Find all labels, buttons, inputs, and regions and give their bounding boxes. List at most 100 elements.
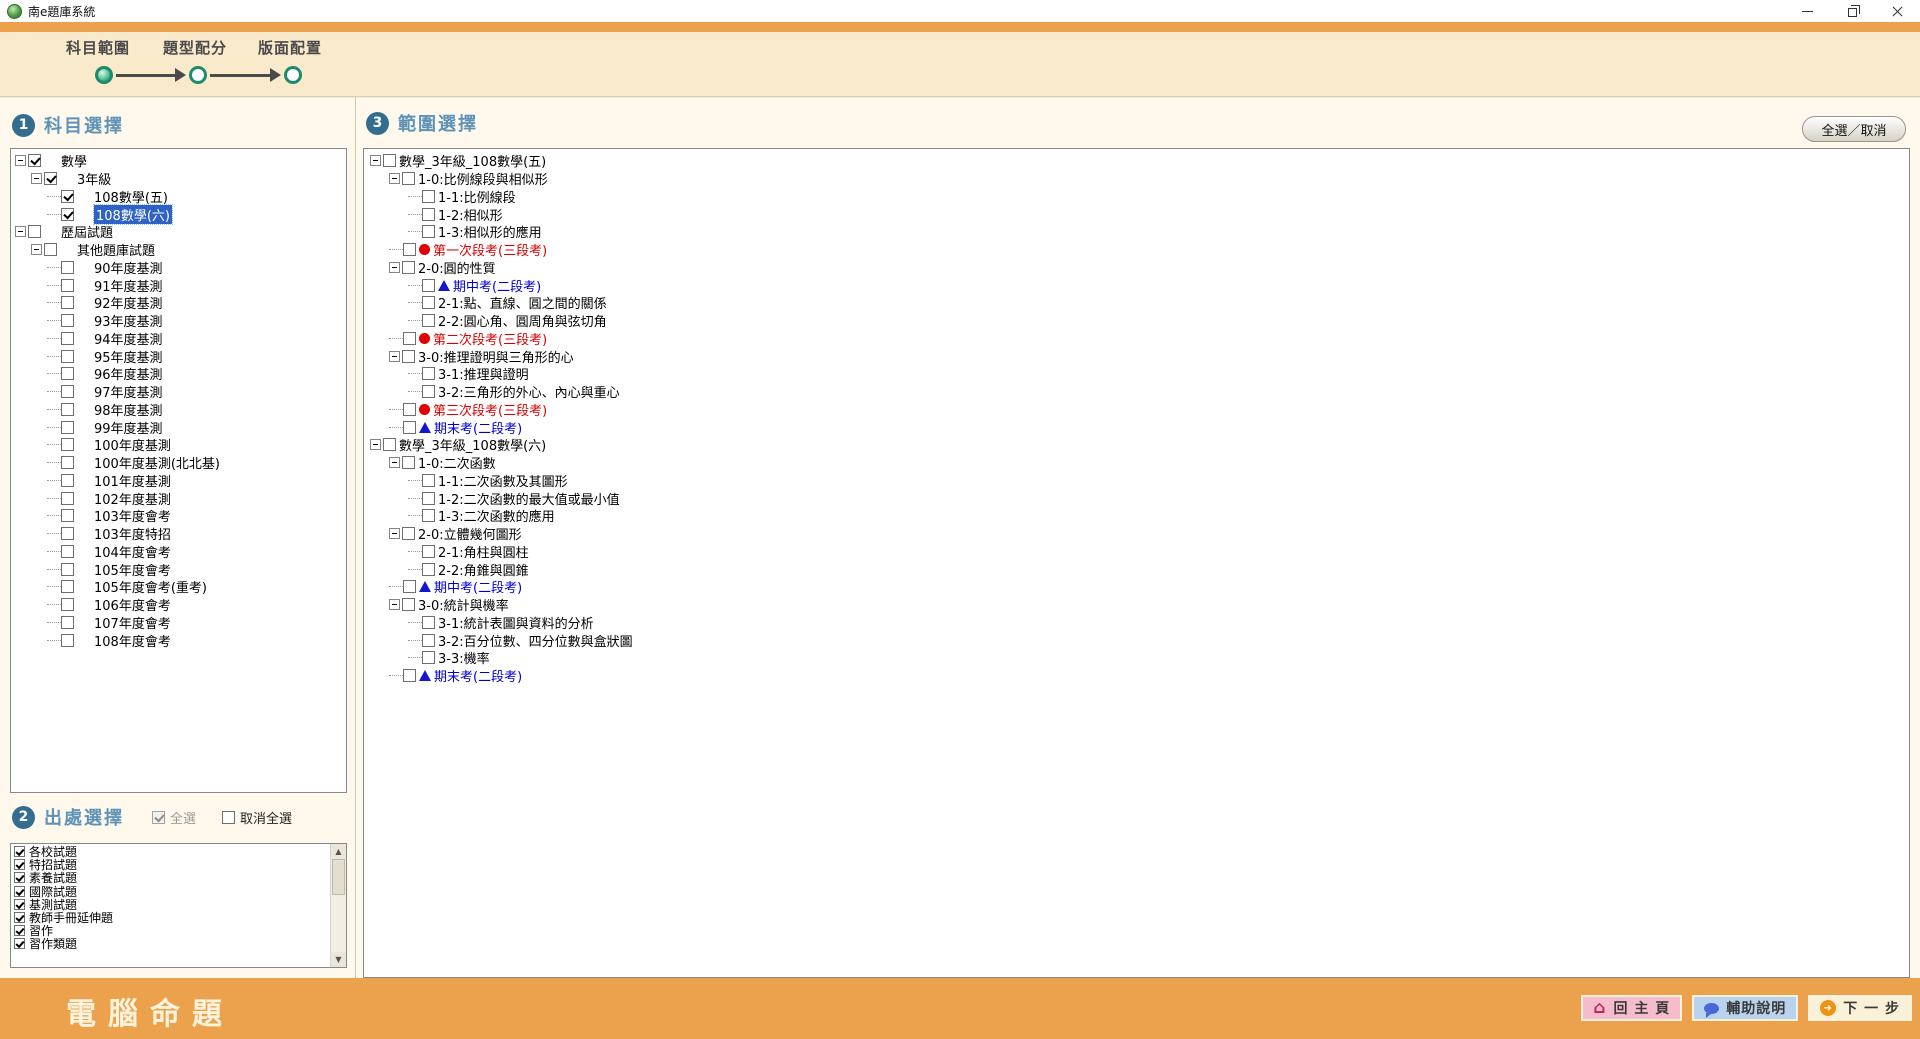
expand-toggle-icon[interactable] xyxy=(31,173,42,184)
tree-row[interactable]: 3年級 xyxy=(11,170,346,188)
tree-label[interactable]: 第二次段考(三段考) xyxy=(433,329,547,348)
step-tab-3[interactable]: 版面配置 xyxy=(258,37,322,58)
tree-checkbox[interactable] xyxy=(402,456,415,469)
tree-label[interactable]: 98年度基測 xyxy=(94,400,163,419)
step-dot-3[interactable] xyxy=(284,66,302,84)
source-item-checkbox[interactable] xyxy=(14,846,25,857)
tree-checkbox[interactable] xyxy=(422,314,435,327)
source-list-item[interactable]: 習作類題 xyxy=(11,937,329,950)
source-item-checkbox[interactable] xyxy=(14,938,25,949)
close-button[interactable] xyxy=(1875,0,1920,22)
source-list-item[interactable]: 教師手冊延伸題 xyxy=(11,911,329,924)
tree-label[interactable]: 其他題庫試題 xyxy=(77,240,155,259)
scrollbar[interactable]: ▲ ▼ xyxy=(330,844,346,967)
tree-row[interactable]: 100年度基測 xyxy=(11,436,346,454)
tree-label[interactable]: 96年度基測 xyxy=(94,364,163,383)
tree-label[interactable]: 105年度會考(重考) xyxy=(94,577,207,596)
tree-row[interactable]: 1-2:二次函數的最大值或最小值 xyxy=(364,489,1909,507)
tree-checkbox[interactable] xyxy=(61,527,74,540)
tree-row[interactable]: 96年度基測 xyxy=(11,365,346,383)
tree-checkbox[interactable] xyxy=(422,296,435,309)
tree-checkbox[interactable] xyxy=(61,598,74,611)
tree-checkbox[interactable] xyxy=(61,563,74,576)
step-tab-1[interactable]: 科目範圍 xyxy=(66,37,130,58)
tree-row[interactable]: 歷屆試題 xyxy=(11,223,346,241)
tree-row[interactable]: 2-0:立體幾何圖形 xyxy=(364,525,1909,543)
tree-row[interactable]: 3-1:推理與證明 xyxy=(364,365,1909,383)
tree-row[interactable]: 102年度基測 xyxy=(11,489,346,507)
tree-row[interactable]: 1-1:二次函數及其圖形 xyxy=(364,472,1909,490)
tree-row[interactable]: 100年度基測(北北基) xyxy=(11,454,346,472)
expand-toggle-icon[interactable] xyxy=(15,226,26,237)
tree-row[interactable]: 108數學(六) xyxy=(11,205,346,223)
tree-checkbox[interactable] xyxy=(61,208,74,221)
tree-label[interactable]: 2-0:圓的性質 xyxy=(418,258,496,277)
source-list-item[interactable]: 基測試題 xyxy=(11,898,329,911)
tree-checkbox[interactable] xyxy=(403,580,416,593)
tree-row[interactable]: 2-2:圓心角、圓周角與弦切角 xyxy=(364,312,1909,330)
scrollbar-thumb[interactable] xyxy=(332,859,345,895)
tree-label[interactable]: 91年度基測 xyxy=(94,276,163,295)
tree-checkbox[interactable] xyxy=(61,314,74,327)
tree-checkbox[interactable] xyxy=(422,367,435,380)
tree-row[interactable]: 1-2:相似形 xyxy=(364,205,1909,223)
tree-checkbox[interactable] xyxy=(61,296,74,309)
tree-label[interactable]: 3-1:統計表圖與資料的分析 xyxy=(438,613,594,632)
tree-checkbox[interactable] xyxy=(422,225,435,238)
tree-row[interactable]: 數學_3年級_108數學(五) xyxy=(364,152,1909,170)
step-dot-1[interactable] xyxy=(95,66,113,84)
tree-label[interactable]: 3-2:百分位數、四分位數與盒狀圖 xyxy=(438,631,633,650)
tree-label[interactable]: 數學 xyxy=(61,151,87,170)
tree-checkbox[interactable] xyxy=(61,421,74,434)
minimize-button[interactable] xyxy=(1785,0,1830,22)
tree-label[interactable]: 1-3:二次函數的應用 xyxy=(438,506,555,525)
tree-label[interactable]: 93年度基測 xyxy=(94,311,163,330)
tree-row[interactable]: 其他題庫試題 xyxy=(11,241,346,259)
source-item-checkbox[interactable] xyxy=(14,872,25,883)
scroll-down-button[interactable]: ▼ xyxy=(331,952,346,967)
tree-row[interactable]: 98年度基測 xyxy=(11,401,346,419)
tree-row[interactable]: 1-3:二次函數的應用 xyxy=(364,507,1909,525)
scroll-up-button[interactable]: ▲ xyxy=(331,844,346,859)
tree-checkbox[interactable] xyxy=(383,154,396,167)
expand-toggle-icon[interactable] xyxy=(389,351,400,362)
tree-row[interactable]: 95年度基測 xyxy=(11,347,346,365)
tree-row[interactable]: 91年度基測 xyxy=(11,276,346,294)
source-list-item[interactable]: 素養試題 xyxy=(11,871,329,884)
tree-label[interactable]: 3年級 xyxy=(77,169,111,188)
tree-label[interactable]: 3-0:推理證明與三角形的心 xyxy=(418,347,574,366)
tree-row[interactable]: 第一次段考(三段考) xyxy=(364,241,1909,259)
tree-checkbox[interactable] xyxy=(383,438,396,451)
source-list-item[interactable]: 國際試題 xyxy=(11,885,329,898)
source-item-checkbox[interactable] xyxy=(14,925,25,936)
tree-row[interactable]: 108數學(五) xyxy=(11,188,346,206)
tree-row[interactable]: 90年度基測 xyxy=(11,259,346,277)
tree-row[interactable]: 1-0:比例線段與相似形 xyxy=(364,170,1909,188)
select-all-toggle-button[interactable]: 全選／取消 xyxy=(1802,116,1906,142)
tree-label[interactable]: 103年度會考 xyxy=(94,506,171,525)
tree-row[interactable]: 3-2:三角形的外心、內心與重心 xyxy=(364,383,1909,401)
tree-label[interactable]: 1-2:二次函數的最大值或最小值 xyxy=(438,489,620,508)
tree-checkbox[interactable] xyxy=(422,492,435,505)
expand-toggle-icon[interactable] xyxy=(389,457,400,468)
tree-row[interactable]: 106年度會考 xyxy=(11,596,346,614)
tree-label[interactable]: 第三次段考(三段考) xyxy=(433,400,547,419)
source-list-item[interactable]: 習作 xyxy=(11,924,329,937)
tree-checkbox[interactable] xyxy=(422,385,435,398)
step-tab-2[interactable]: 題型配分 xyxy=(163,37,227,58)
expand-toggle-icon[interactable] xyxy=(389,528,400,539)
tree-label[interactable]: 1-1:二次函數及其圖形 xyxy=(438,471,568,490)
tree-row[interactable]: 97年度基測 xyxy=(11,383,346,401)
tree-checkbox[interactable] xyxy=(422,509,435,522)
tree-label[interactable]: 104年度會考 xyxy=(94,542,171,561)
tree-label[interactable]: 92年度基測 xyxy=(94,293,163,312)
tree-row[interactable]: 3-2:百分位數、四分位數與盒狀圖 xyxy=(364,631,1909,649)
deselect-all-checkbox[interactable] xyxy=(222,811,235,824)
tree-label[interactable]: 3-1:推理與證明 xyxy=(438,364,529,383)
tree-checkbox[interactable] xyxy=(61,438,74,451)
source-item-checkbox[interactable] xyxy=(14,886,25,897)
tree-checkbox[interactable] xyxy=(402,172,415,185)
tree-checkbox[interactable] xyxy=(61,580,74,593)
restore-button[interactable] xyxy=(1830,0,1875,22)
tree-checkbox[interactable] xyxy=(403,403,416,416)
